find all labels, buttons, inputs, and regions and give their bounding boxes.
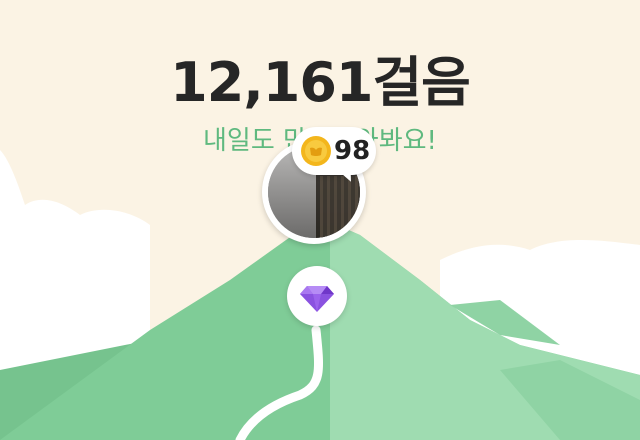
coin-count: 98 — [334, 136, 371, 166]
coin-badge[interactable]: 98 — [292, 127, 376, 186]
reward-node[interactable] — [287, 266, 347, 326]
diamond-icon — [300, 286, 334, 312]
coin-icon — [301, 136, 331, 166]
step-count: 12,161걸음 — [170, 51, 471, 114]
